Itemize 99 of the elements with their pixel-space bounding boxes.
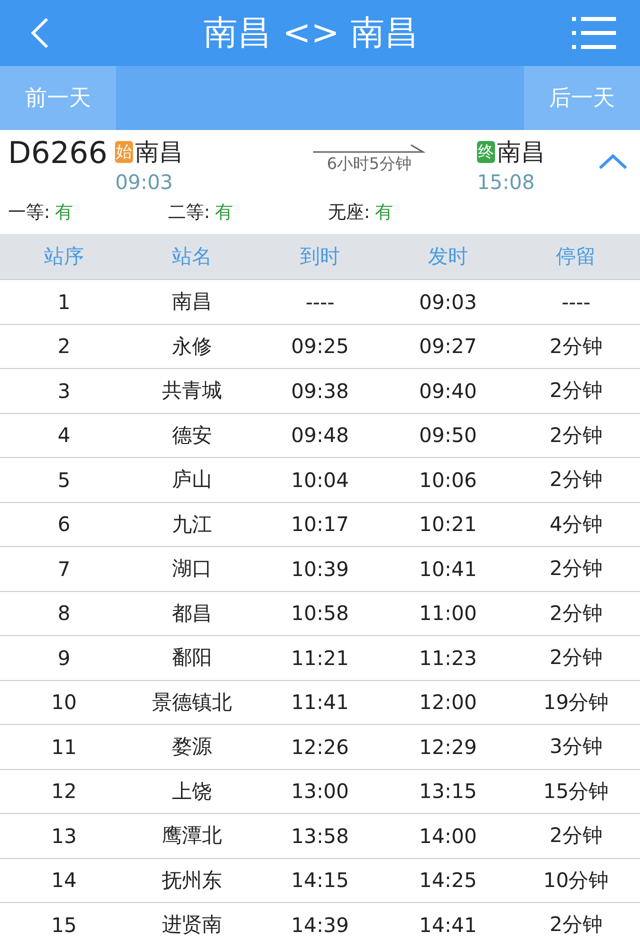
table-cell-text: 14:39 <box>290 912 350 937</box>
table-cell-text: 14:15 <box>290 868 350 892</box>
table-cell-text: 8 <box>56 601 72 626</box>
table-cell-text: 12:26 <box>290 734 350 759</box>
table-cell-text: 9 <box>56 646 72 670</box>
table-cell-text: 2分钟 <box>548 422 604 449</box>
table-cell-text: 2 <box>56 334 72 358</box>
seat-availability: 有 <box>375 202 394 223</box>
table-cell-text: 13:58 <box>290 824 350 848</box>
table-cell-text: 15分钟 <box>542 778 610 805</box>
seat-availability: 有 <box>215 202 234 223</box>
table-cell-text: 10:17 <box>290 512 350 536</box>
station-name: 南昌 <box>497 137 546 168</box>
table-cell-text: 鹰潭北 <box>161 822 223 850</box>
table-cell-text: 09:27 <box>418 334 478 358</box>
seat-class-label: 一等: <box>8 202 50 223</box>
table-cell-text: 12:00 <box>418 690 478 714</box>
duration: 6小时5分钟 <box>326 154 412 175</box>
table-cell-text: 景德镇北 <box>151 688 233 716</box>
previous-day-button[interactable]: 前一天 <box>0 66 116 130</box>
table-cell-text: 14:00 <box>418 824 478 848</box>
table-cell-text: 4 <box>56 423 72 448</box>
table-cell-text: 婺源 <box>171 733 213 760</box>
table-cell-text: 11:41 <box>290 690 350 714</box>
next-day-button[interactable]: 后一天 <box>524 66 640 130</box>
table-cell-text: 4分钟 <box>548 510 604 538</box>
table-cell-text: 上饶 <box>171 778 213 805</box>
table-cell-text: 19分钟 <box>542 688 610 716</box>
table-cell-text: 1 <box>56 290 72 314</box>
table-cell-text: 09:38 <box>290 378 350 403</box>
header-title: 南昌 <> 南昌 <box>204 12 418 55</box>
table-cell-text: 2分钟 <box>548 555 604 582</box>
table-cell-text: 共青城 <box>161 377 223 404</box>
column-header: 到时 <box>299 243 341 270</box>
table-cell-text: 进贤南 <box>161 911 223 938</box>
table-cell-text: 09:50 <box>418 423 478 448</box>
table-cell-text: 10:06 <box>418 468 478 492</box>
table-cell-text: ---- <box>304 290 336 314</box>
table-cell-text: 都昌 <box>171 600 213 627</box>
back-icon[interactable] <box>30 17 50 49</box>
table-cell-text: 庐山 <box>171 466 213 494</box>
seat-class-label: 无座: <box>328 202 370 223</box>
table-cell-text: 10:41 <box>418 556 478 581</box>
table-cell-text: 永修 <box>171 332 213 360</box>
table-cell-text: 15 <box>50 912 78 937</box>
table-cell-text: 10:04 <box>290 468 350 492</box>
table-cell-text: 6 <box>56 512 72 536</box>
table-cell-text: 抚州东 <box>161 866 223 894</box>
column-header: 发时 <box>427 243 469 270</box>
table-cell-text: 11:23 <box>418 646 478 670</box>
table-cell-text: ---- <box>560 290 592 314</box>
table-cell-text: 11 <box>50 734 78 759</box>
station-name: 南昌 <box>135 137 184 168</box>
table-cell-text: 10:39 <box>290 556 350 581</box>
table-cell-text: 09:25 <box>290 334 350 358</box>
table-cell-text: 九江 <box>171 510 213 538</box>
table-cell-text: 11:21 <box>290 646 350 670</box>
end-tag: 终 <box>477 141 496 163</box>
table-cell-text: 2分钟 <box>548 911 604 938</box>
table-cell-text: 2分钟 <box>548 466 604 494</box>
column-header: 站名 <box>171 243 213 270</box>
departure-time: 09:03 <box>115 170 174 194</box>
table-cell-text: 2分钟 <box>548 644 604 672</box>
table-cell-text: 德安 <box>171 422 213 449</box>
table-cell-text: 2分钟 <box>548 377 604 404</box>
table-cell-text: 10:58 <box>290 601 350 626</box>
start-tag: 始 <box>115 141 134 163</box>
train-number: D6266 <box>8 136 108 171</box>
table-cell-text: 12 <box>50 779 78 804</box>
table-cell-text: 13:00 <box>290 779 350 804</box>
table-cell-text: 10分钟 <box>542 866 610 894</box>
table-cell-text: 5 <box>56 468 72 492</box>
table-cell-text: 3 <box>56 378 72 403</box>
menu-icon[interactable] <box>572 16 616 50</box>
table-cell-text: 13 <box>50 824 78 848</box>
table-cell-text: 10:21 <box>418 512 478 536</box>
table-cell-text: 12:29 <box>418 734 478 759</box>
table-cell-text: 14 <box>50 868 78 892</box>
table-cell-text: 2分钟 <box>548 332 604 360</box>
table-cell-text: 11:00 <box>418 601 478 626</box>
table-cell-text: 09:48 <box>290 423 350 448</box>
seat-availability: 有 <box>55 202 74 223</box>
table-cell-text: 09:03 <box>418 290 478 314</box>
table-cell-text: 7 <box>56 556 72 581</box>
arrival-time: 15:08 <box>477 170 536 194</box>
table-cell-text: 14:41 <box>418 912 478 937</box>
table-cell-text: 09:40 <box>418 378 478 403</box>
column-header: 停留 <box>555 243 597 270</box>
table-cell-text: 鄱阳 <box>171 644 213 672</box>
table-cell-text: 南昌 <box>171 288 213 316</box>
table-cell-text: 14:25 <box>418 868 478 892</box>
seat-class-label: 二等: <box>168 202 210 223</box>
table-cell-text: 2分钟 <box>548 600 604 627</box>
table-cell-text: 10 <box>50 690 78 714</box>
column-header: 站序 <box>43 243 85 270</box>
table-cell-text: 2分钟 <box>548 822 604 850</box>
table-cell-text: 3分钟 <box>548 733 604 760</box>
table-cell-text: 13:15 <box>418 779 478 804</box>
table-cell-text: 湖口 <box>171 555 213 582</box>
